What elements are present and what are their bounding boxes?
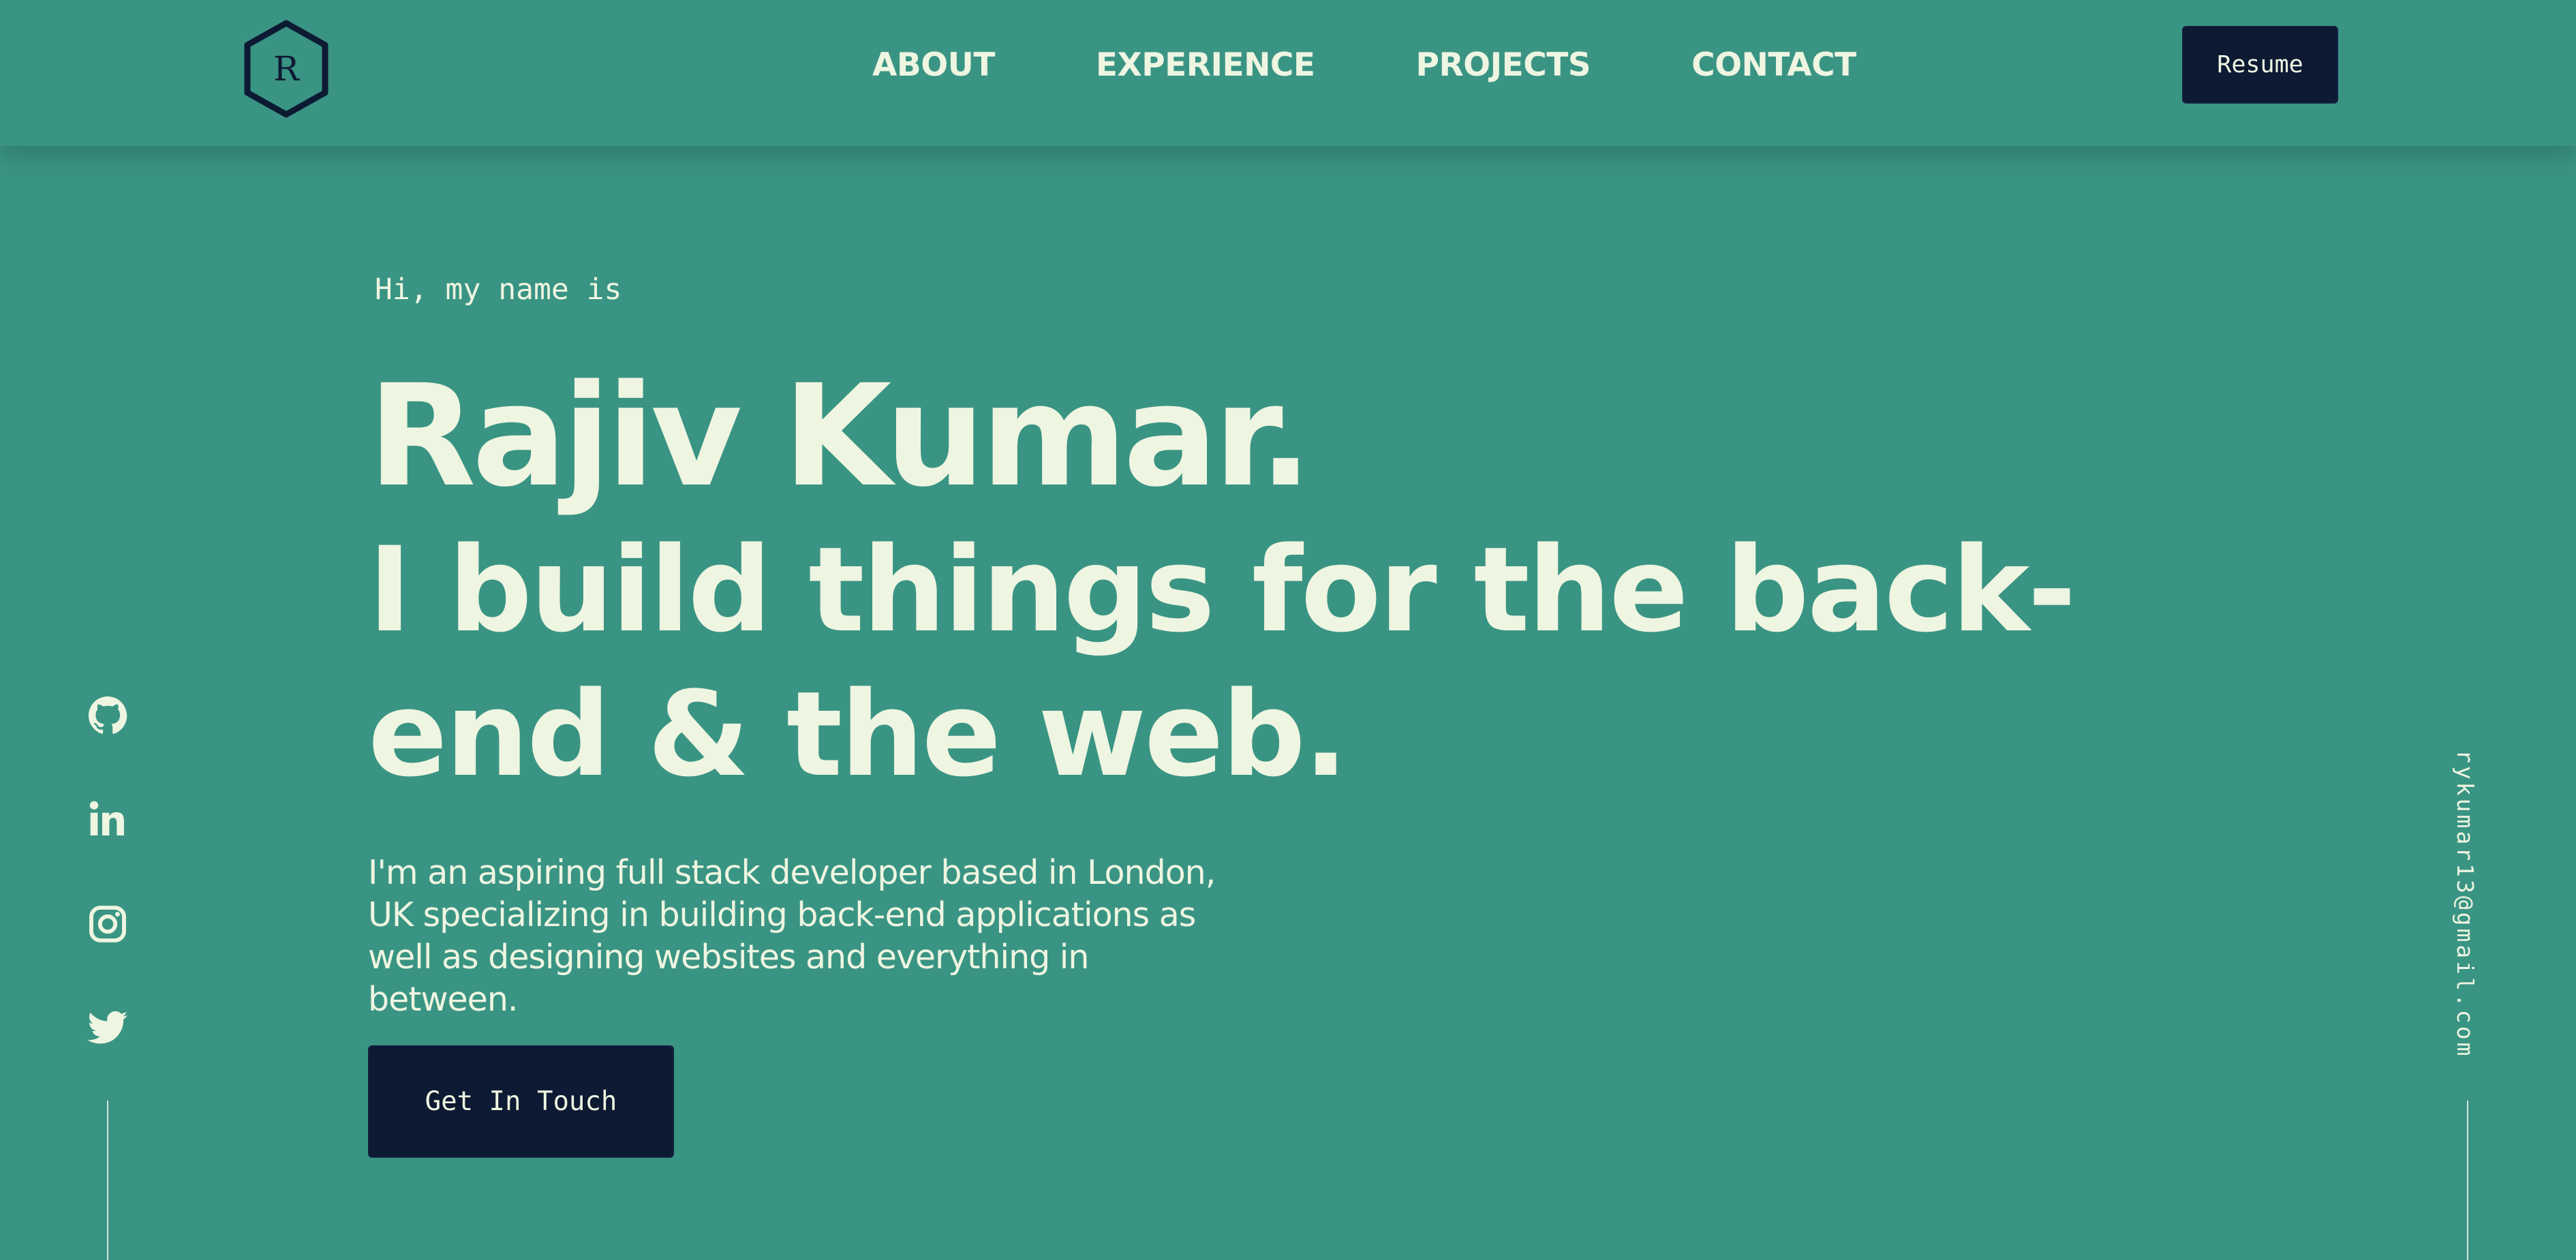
nav-link-experience[interactable]: EXPERIENCE <box>1096 46 1315 84</box>
portfolio-page: R ABOUT EXPERIENCE PROJECTS CONTACT Resu… <box>0 0 2576 1260</box>
logo-letter: R <box>273 49 299 89</box>
resume-button[interactable]: Resume <box>2182 26 2338 104</box>
main-nav: ABOUT EXPERIENCE PROJECTS CONTACT <box>872 42 1856 87</box>
hero-tagline: I build things for the back-end & the we… <box>368 521 2076 803</box>
nav-link-contact[interactable]: CONTACT <box>1691 46 1856 84</box>
nav-link-projects[interactable]: PROJECTS <box>1416 46 1591 84</box>
github-link[interactable] <box>86 694 129 737</box>
get-in-touch-button[interactable]: Get In Touch <box>368 1045 674 1158</box>
left-rail-line <box>107 1101 108 1260</box>
linkedin-icon <box>89 801 124 835</box>
hero-name: Rajiv Kumar. <box>368 354 1313 518</box>
hero-greeting: Hi, my name is <box>375 273 622 307</box>
instagram-link[interactable] <box>86 902 129 946</box>
right-rail-line <box>2467 1101 2468 1260</box>
logo-link[interactable]: R <box>242 19 331 119</box>
nav-link-about[interactable]: ABOUT <box>872 46 995 84</box>
instagram-icon <box>89 906 126 942</box>
hero-intro: I'm an aspiring full stack developer bas… <box>368 853 1216 1019</box>
email-link[interactable]: rykumar13@gmail.com <box>2452 750 2479 1059</box>
twitter-icon <box>87 1011 128 1044</box>
twitter-link[interactable] <box>86 1006 129 1049</box>
site-header: R ABOUT EXPERIENCE PROJECTS CONTACT Resu… <box>0 0 2576 146</box>
github-icon <box>89 696 127 734</box>
linkedin-link[interactable] <box>86 797 129 841</box>
